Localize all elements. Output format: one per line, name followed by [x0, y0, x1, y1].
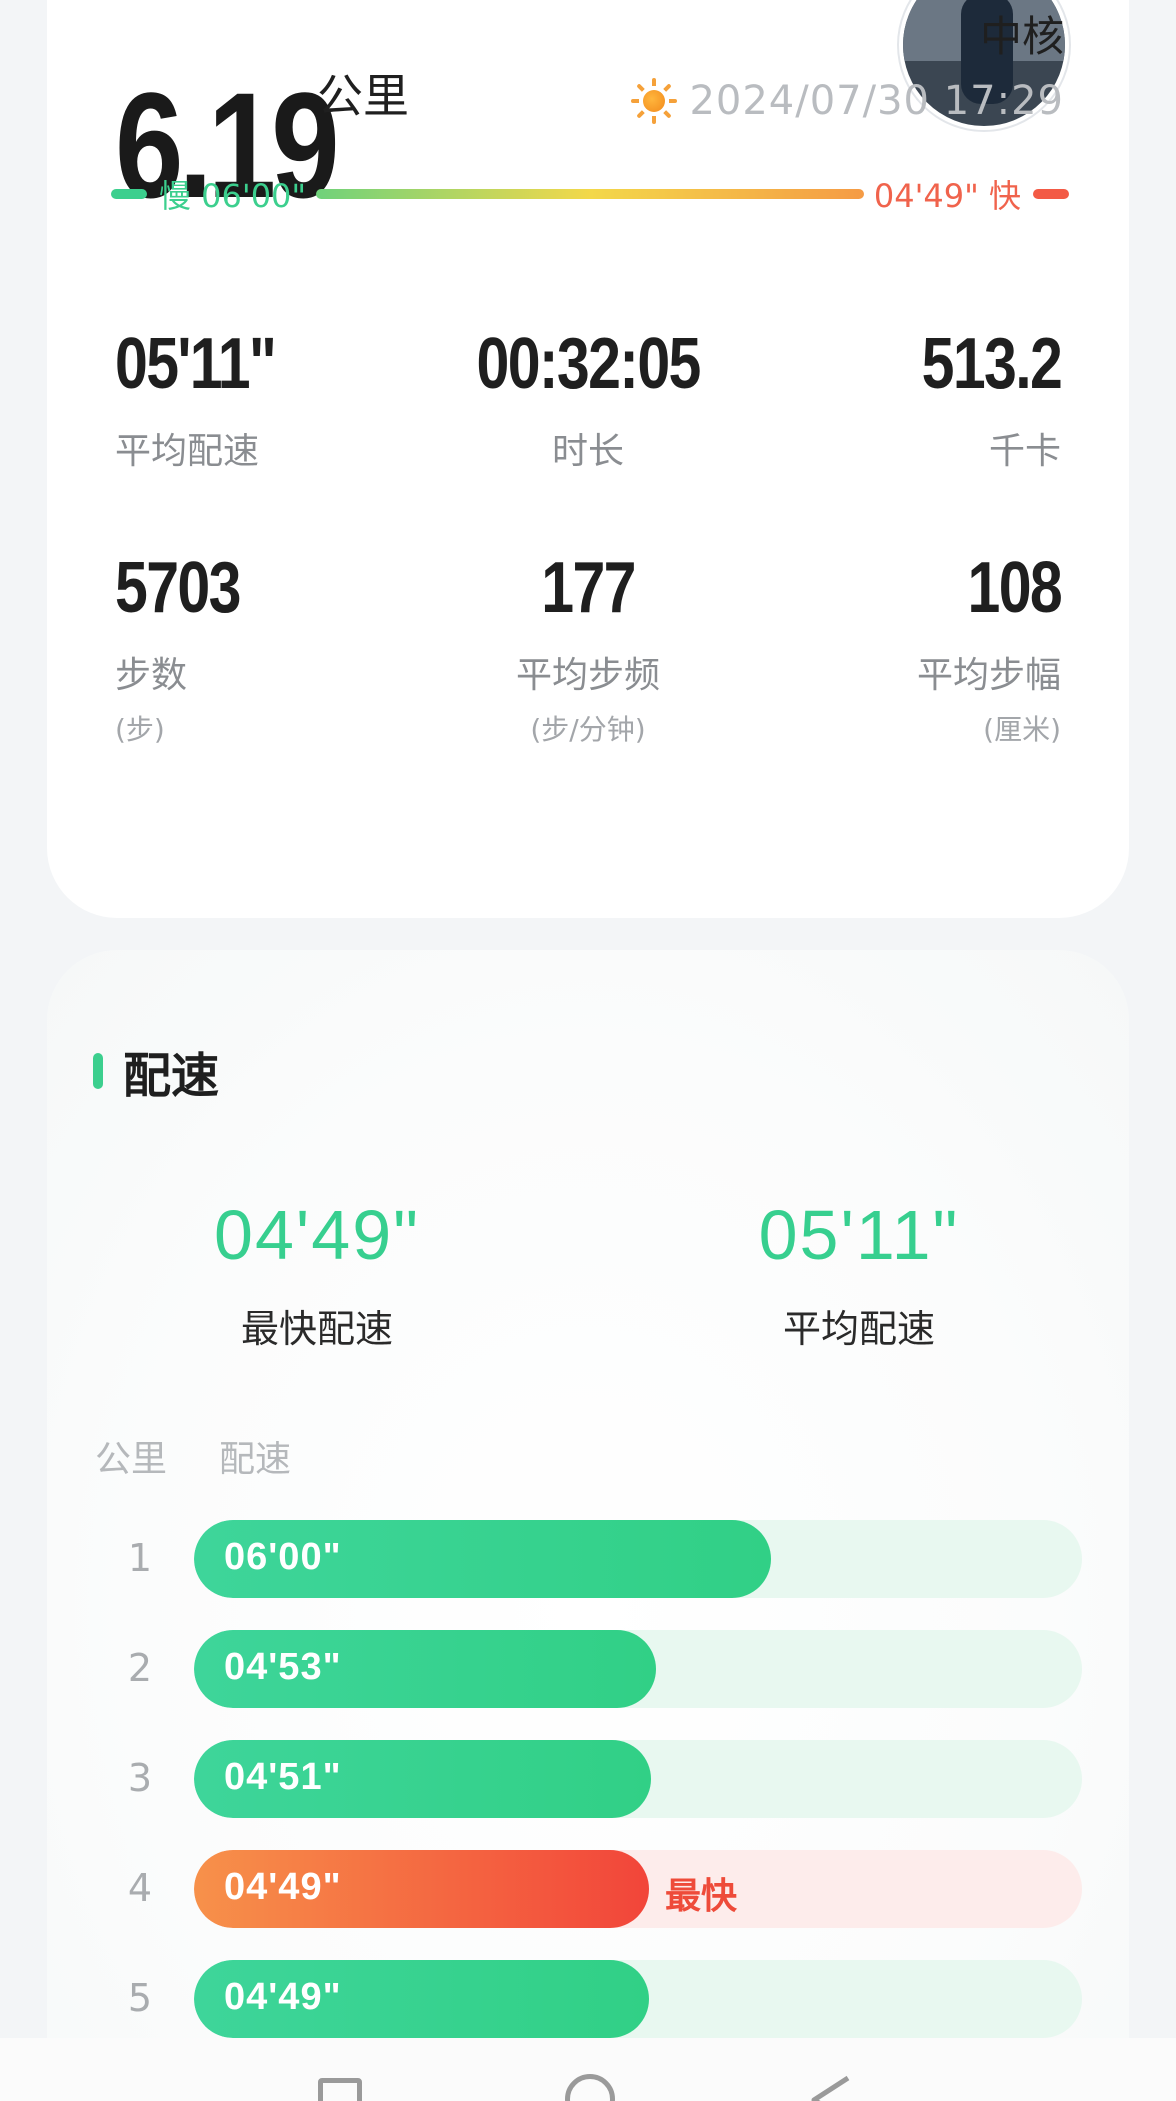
- split-row[interactable]: 2 04'53": [47, 1630, 1129, 1708]
- summary-card: 6.19 公里 中核 2024/07/30 17:29 慢 06'00" 04'…: [47, 0, 1129, 918]
- workout-datetime: 2024/07/30 17:29: [689, 78, 1064, 124]
- split-row[interactable]: 1 06'00": [47, 1520, 1129, 1598]
- sun-icon: [631, 78, 678, 124]
- stat-value: 5703: [115, 548, 241, 628]
- weather-datetime-row: 2024/07/30 17:29: [631, 78, 1064, 124]
- back-icon[interactable]: [808, 2074, 854, 2101]
- slow-pace-marker: [111, 189, 147, 199]
- workout-detail-page: 6.19 公里 中核 2024/07/30 17:29 慢 06'00" 04'…: [0, 0, 1176, 2101]
- location-label: 中核: [979, 12, 1064, 61]
- split-pace: 06'00": [224, 1536, 342, 1578]
- split-bar-fill: 04'49": [194, 1960, 649, 2038]
- split-row[interactable]: 3 04'51": [47, 1740, 1129, 1818]
- stat-label: 平均步幅: [916, 655, 1061, 696]
- stats-grid: 05'11" 平均配速 00:32:05 时长 513.2 千卡 5703 步数…: [115, 320, 1063, 750]
- split-row[interactable]: 4 04'49" 最快: [47, 1850, 1129, 1928]
- fastest-pace-value: 04'49": [214, 1196, 420, 1274]
- stat-unit: (步): [115, 713, 165, 746]
- split-bar-track: 04'53": [194, 1630, 1082, 1708]
- stat-stride: 108 平均步幅 (厘米): [916, 548, 1063, 748]
- stat-value: 05'11": [115, 324, 277, 404]
- stat-label: 平均配速: [115, 431, 260, 472]
- recent-apps-icon[interactable]: [318, 2078, 362, 2101]
- stat-steps: 5703 步数 (步): [115, 552, 267, 748]
- stat-label: 时长: [551, 431, 624, 472]
- stat-calories: 513.2 千卡: [891, 324, 1062, 474]
- stat-cadence: 177 平均步频 (步/分钟): [388, 552, 788, 748]
- split-bar-fill: 04'53": [194, 1630, 656, 1708]
- stat-unit: (步/分钟): [530, 713, 646, 746]
- average-pace-value: 05'11": [758, 1196, 960, 1274]
- fastest-pace-label: 最快配速: [240, 1307, 393, 1351]
- fast-pace-marker: [1033, 189, 1069, 199]
- split-bar-track: 04'49" 最快: [194, 1850, 1082, 1928]
- pace-section-header: 配速: [93, 1036, 219, 1106]
- split-bar-fill: 04'49": [194, 1850, 649, 1928]
- fast-pace-label: 04'49" 快: [873, 177, 1021, 215]
- split-pace: 04'49": [224, 1976, 342, 2018]
- pace-column-header: 配速: [219, 1439, 292, 1480]
- split-km: 5: [127, 1976, 153, 2020]
- average-pace-kpi: 05'11" 平均配速: [709, 1200, 1009, 1353]
- split-bar-track: 04'51": [194, 1740, 1082, 1818]
- split-row[interactable]: 5 04'49": [47, 1960, 1129, 2038]
- stat-label: 千卡: [988, 431, 1061, 472]
- split-km: 2: [127, 1646, 153, 1690]
- split-bar-fill: 04'51": [194, 1740, 651, 1818]
- stat-value: 108: [967, 548, 1062, 628]
- slow-pace-label: 慢 06'00": [159, 177, 307, 215]
- distance-unit: 公里: [317, 69, 409, 123]
- fastest-split-tag: 最快: [665, 1876, 738, 1917]
- stat-value: 513.2: [921, 324, 1062, 404]
- km-column-header: 公里: [95, 1439, 168, 1480]
- fastest-pace-kpi: 04'49" 最快配速: [167, 1200, 467, 1353]
- system-navbar: [0, 2038, 1176, 2101]
- split-pace: 04'51": [224, 1756, 342, 1798]
- split-pace: 04'53": [224, 1646, 342, 1688]
- split-bar-fill: 06'00": [194, 1520, 771, 1598]
- stat-value: 00:32:05: [476, 324, 701, 404]
- stat-duration: 00:32:05 时长: [388, 328, 788, 474]
- pace-card: 配速 04'49" 最快配速 05'11" 平均配速 公里 配速 1 06'00"…: [47, 950, 1129, 2101]
- pace-scale-legend: 慢 06'00" 04'49" 快: [111, 172, 1069, 216]
- stat-value: 177: [541, 548, 636, 628]
- stat-avg-pace: 05'11" 平均配速: [115, 328, 310, 474]
- pace-gradient-bar: [316, 189, 864, 199]
- stat-label: 步数: [115, 655, 188, 696]
- section-accent-bar: [93, 1053, 103, 1089]
- split-km: 4: [127, 1866, 153, 1910]
- split-pace: 04'49": [224, 1866, 342, 1908]
- split-bar-track: 06'00": [194, 1520, 1082, 1598]
- split-km: 3: [127, 1756, 153, 1800]
- split-km: 1: [127, 1536, 153, 1580]
- stat-unit: (厘米): [983, 713, 1061, 746]
- section-title: 配速: [123, 1048, 220, 1104]
- average-pace-label: 平均配速: [782, 1307, 935, 1351]
- split-bar-track: 04'49": [194, 1960, 1082, 2038]
- stat-label: 平均步频: [515, 655, 660, 696]
- splits-table-header: 公里 配速: [95, 1430, 291, 1482]
- home-icon[interactable]: [565, 2074, 615, 2101]
